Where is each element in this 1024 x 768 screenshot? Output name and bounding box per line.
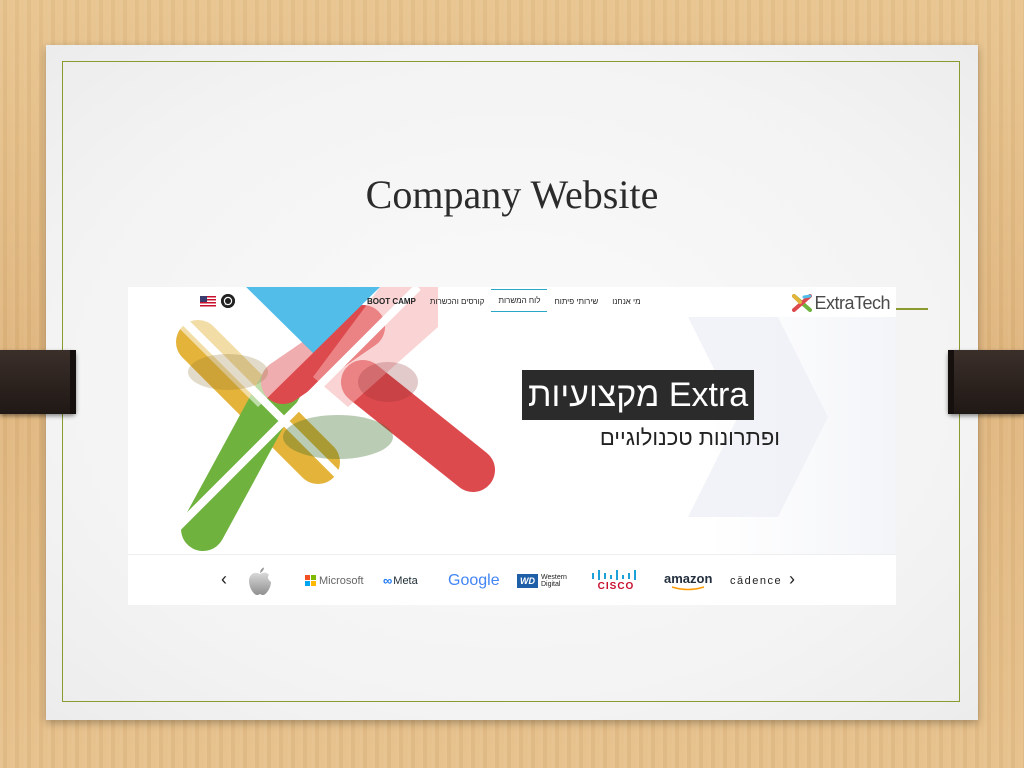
nav-item-jobs[interactable]: לוח המשרות xyxy=(491,289,548,312)
us-flag-icon[interactable] xyxy=(200,296,216,307)
wd-badge: WD xyxy=(517,573,538,588)
cisco-label: CISCO xyxy=(597,581,635,592)
logo-text: ExtraTech xyxy=(814,292,890,313)
site-navbar: ExtraTech מי אנחנו שירותי פיתוח לוח המשר… xyxy=(128,287,896,317)
nav-item-about[interactable]: מי אנחנו xyxy=(605,295,647,312)
google-label: Google xyxy=(448,571,500,589)
microsoft-label: Microsoft xyxy=(319,574,364,587)
partner-logos-carousel: ‹ Microsoft ∞ Meta Google WD Western Dig… xyxy=(128,554,896,605)
google-logo: Google xyxy=(448,555,500,605)
amazon-label: amazon xyxy=(664,570,713,586)
nav-menu: מי אנחנו שירותי פיתוח לוח המשרות קורסים … xyxy=(360,289,648,312)
cisco-bars-icon xyxy=(592,570,636,580)
carousel-next-button[interactable]: › xyxy=(789,569,795,590)
site-logo[interactable]: ExtraTech xyxy=(792,292,890,314)
microsoft-logo: Microsoft xyxy=(305,555,364,605)
carousel-prev-button[interactable]: ‹ xyxy=(221,569,227,590)
amazon-logo: amazon xyxy=(664,555,712,605)
hero-title: Extra מקצועיות xyxy=(522,370,755,420)
website-screenshot: ExtraTech מי אנחנו שירותי פיתוח לוח המשר… xyxy=(128,287,896,605)
cadence-logo: cādence xyxy=(730,555,782,605)
cisco-logo: CISCO xyxy=(591,555,641,605)
meta-label: Meta xyxy=(393,574,418,587)
wd-text-line2: Digital xyxy=(541,580,561,588)
binder-clip-left xyxy=(0,350,76,414)
western-digital-logo: WD Western Digital xyxy=(517,555,567,605)
cadence-label: cādence xyxy=(730,574,783,587)
meta-infinity-icon: ∞ xyxy=(383,573,393,588)
wd-text-line1: Western xyxy=(541,573,567,581)
wd-text: Western Digital xyxy=(541,574,567,588)
binder-clip-right xyxy=(948,350,1024,414)
nav-item-courses[interactable]: קורסים והכשרות xyxy=(423,295,492,312)
apple-logo xyxy=(246,555,274,605)
extratech-x-icon xyxy=(792,294,813,312)
hero-x-graphic xyxy=(128,287,896,555)
nav-item-bootcamp[interactable]: BOOT CAMP xyxy=(360,295,423,312)
meta-logo: ∞ Meta xyxy=(383,555,418,605)
amazon-smile-icon xyxy=(671,585,705,590)
slide-title: Company Website xyxy=(365,172,659,217)
hero-subtitle: ופתרונות טכנולוגיים xyxy=(599,425,780,450)
whatsapp-icon[interactable] xyxy=(221,294,235,308)
nav-item-dev-services[interactable]: שירותי פיתוח xyxy=(547,295,605,312)
